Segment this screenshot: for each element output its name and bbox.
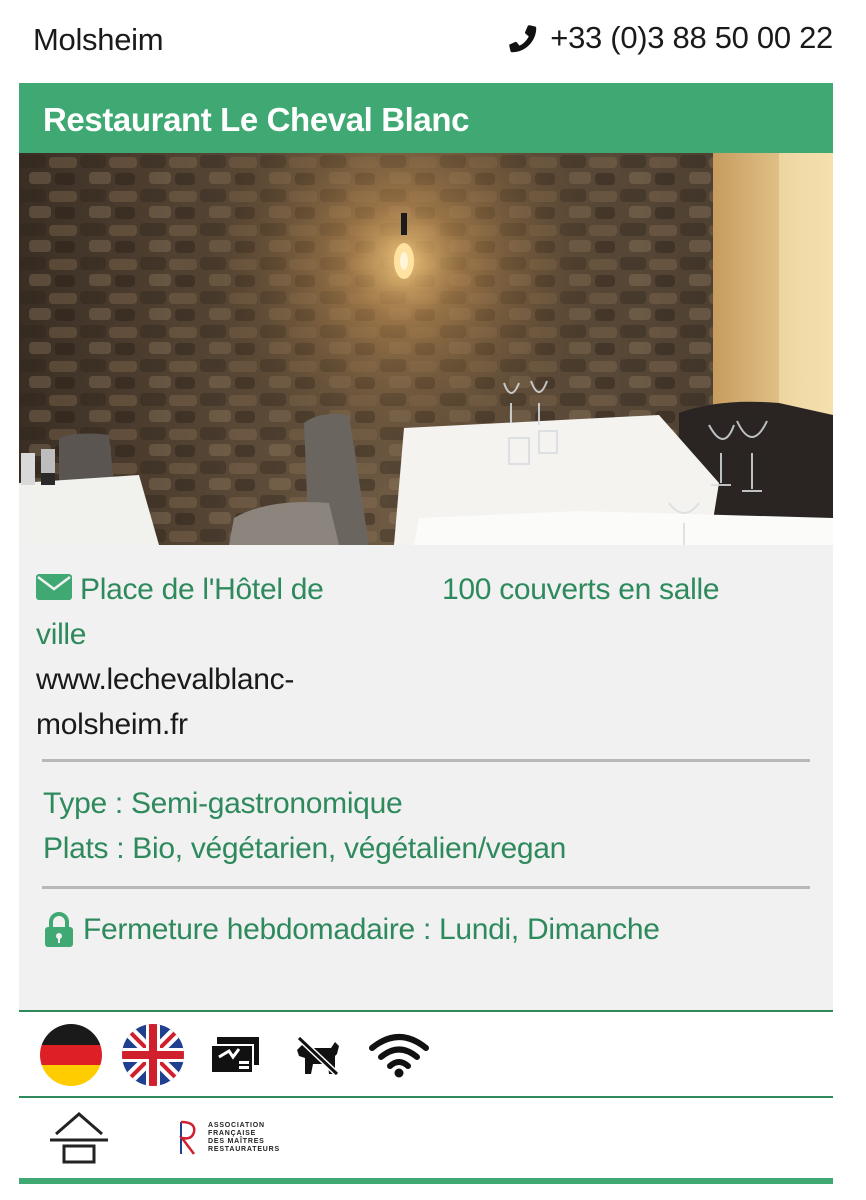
info-box: Place de l'Hôtel de ville www.lechevalbl… <box>19 545 833 1011</box>
website-link[interactable]: www.lechevalblanc- molsheim.fr <box>36 657 356 747</box>
green-divider-top <box>19 1010 833 1012</box>
green-divider-bottom <box>19 1096 833 1098</box>
address-line1: Place de l'Hôtel de <box>80 573 324 606</box>
holiday-voucher-icon <box>204 1024 266 1086</box>
divider-1 <box>42 759 810 762</box>
dishes-text: Plats : Bio, végétarien, végétalien/vega… <box>43 832 567 865</box>
divider-2 <box>42 886 810 889</box>
no-dogs-icon <box>286 1024 348 1086</box>
phone-number[interactable]: +33 (0)3 88 50 00 22 <box>504 20 833 56</box>
phone-text: +33 (0)3 88 50 00 22 <box>550 20 833 55</box>
weekly-closing: Fermeture hebdomadaire : Lundi, Dimanche <box>43 907 660 952</box>
house-label-icon <box>48 1108 110 1169</box>
capacity-text: 100 couverts en salle <box>442 573 720 606</box>
address-line2: ville <box>36 618 87 651</box>
maitres-restaurateurs-icon <box>179 1120 196 1155</box>
wifi-icon <box>368 1024 430 1086</box>
phone-icon <box>509 25 537 53</box>
city-name: Molsheim <box>33 22 164 57</box>
address: Place de l'Hôtel de ville <box>36 567 356 657</box>
header-bar: Molsheim +33 (0)3 88 50 00 22 <box>0 0 866 82</box>
restaurant-name: Restaurant Le Cheval Blanc <box>43 101 470 138</box>
closing-text: Fermeture hebdomadaire : Lundi, Dimanche <box>83 913 660 946</box>
maitres-line-2: FRANÇAISE <box>208 1130 257 1137</box>
uk-flag-icon <box>122 1024 184 1086</box>
bottom-accent-bar <box>19 1178 833 1184</box>
maitres-line-1: ASSOCIATION <box>208 1122 265 1129</box>
german-flag-icon <box>40 1024 102 1086</box>
envelope-icon <box>36 574 72 600</box>
website-line2: molsheim.fr <box>36 708 188 741</box>
website-line1: www.lechevalblanc- <box>36 663 295 696</box>
restaurant-type: Type : Semi-gastronomique <box>43 787 403 820</box>
labels-row: ASSOCIATION FRANÇAISE DES MAÎTRES RESTAU… <box>48 1108 280 1168</box>
lock-icon <box>45 911 73 947</box>
restaurant-photo <box>19 153 833 545</box>
services-row <box>40 1022 430 1088</box>
maitres-line-4: RESTAURATEURS <box>208 1146 280 1153</box>
title-bar: Restaurant Le Cheval Blanc <box>19 83 833 153</box>
maitres-restaurateurs-logo: ASSOCIATION FRANÇAISE DES MAÎTRES RESTAU… <box>176 1118 280 1158</box>
maitres-line-3: DES MAÎTRES <box>208 1138 265 1145</box>
